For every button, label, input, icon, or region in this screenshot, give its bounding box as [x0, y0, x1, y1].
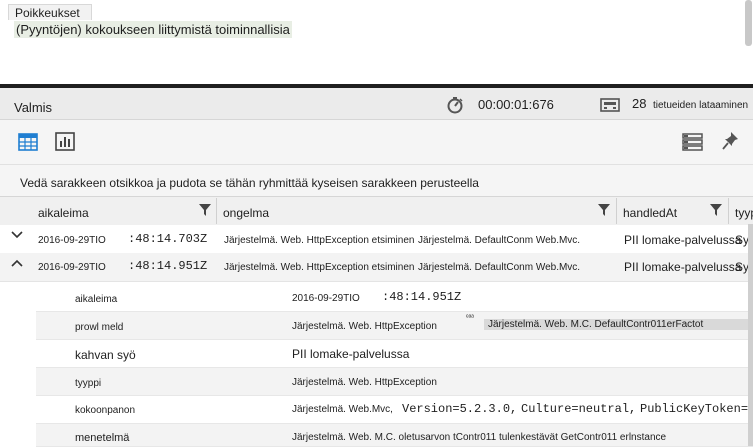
records-label: tietueiden lataaminen [653, 100, 749, 111]
records-icon [600, 98, 620, 112]
detail-value-extra: Järjestelmä. Web. M.C. DefaultContr011er… [484, 319, 748, 330]
row-problem: Järjestelmä. Web. HttpException etsimine… [224, 235, 415, 246]
query-editor[interactable] [0, 0, 753, 85]
chevron-up-icon[interactable] [11, 259, 23, 267]
column-divider[interactable] [728, 198, 729, 224]
column-header-type[interactable]: tyyp [735, 206, 753, 220]
detail-value-culture: Culture=neutral, [521, 402, 637, 416]
detail-value-problem: Järjestelmä. Web. HttpException [292, 321, 437, 332]
chart-view-icon[interactable] [55, 132, 75, 151]
detail-value-handle: PII lomake-palvelussa [292, 347, 410, 361]
row-time: :48:14.951Z [128, 259, 208, 273]
elapsed-time: 00:00:01:676 [478, 97, 554, 112]
group-by-hint: Vedä sarakkeen otsikkoa ja pudota se täh… [20, 176, 479, 190]
column-header-timestamp[interactable]: aikaleima [38, 206, 89, 220]
row-date: 2016-09-29TIO [38, 262, 106, 273]
row-date: 2016-09-29TIO [38, 235, 106, 246]
stopwatch-icon [447, 97, 463, 114]
detail-value-token: PublicKeyToken=3 [640, 402, 753, 416]
detail-label-handle: kahvan syö [75, 348, 136, 362]
pin-icon[interactable] [722, 131, 740, 151]
results-toolbar [0, 120, 753, 164]
detail-value-method: Järjestelmä. Web. M.C. oletusarvon tCont… [292, 432, 667, 443]
detail-value-mark: ᵉᵃᵃ [466, 314, 474, 321]
row-handled-at: PII lomake-palvelussa [624, 260, 742, 274]
row-handled-at: PII lomake-palvelussa [624, 233, 742, 247]
detail-value-time: :48:14.951Z [382, 290, 462, 304]
row-problem: Järjestelmä. Web. HttpException etsimine… [224, 262, 415, 273]
row-problem-detail: Järjestelmä. DefaultConm Web.Mvc. [418, 235, 581, 246]
query-scrollbar[interactable] [745, 0, 752, 46]
detail-value-type: Järjestelmä. Web. HttpException [292, 377, 437, 388]
filter-icon[interactable] [598, 204, 610, 216]
grid-scrollbar[interactable] [748, 224, 753, 446]
column-header-handled-at[interactable]: handledAt [623, 206, 677, 220]
filter-icon[interactable] [710, 204, 722, 216]
table-view-icon[interactable] [18, 133, 38, 151]
status-label: Valmis [14, 100, 53, 115]
detail-label-timestamp: aikaleima [75, 294, 118, 305]
detail-value-version: Version=5.2.3.0, [402, 402, 518, 416]
chevron-down-icon[interactable] [11, 231, 23, 239]
detail-label-problem: prowl meld [75, 322, 124, 333]
column-divider[interactable] [216, 198, 217, 224]
detail-value-assembly: Järjestelmä. Web.Mvc, [292, 404, 393, 415]
column-header-problem[interactable]: ongelma [223, 206, 269, 220]
filter-icon[interactable] [199, 204, 211, 216]
query-text[interactable]: (Pyyntöjen) kokoukseen liittymistä toimi… [14, 21, 292, 38]
column-divider[interactable] [616, 198, 617, 224]
detail-value-date: 2016-09-29TIO [292, 293, 360, 304]
detail-label-method: menetelmä [75, 432, 130, 444]
columns-icon[interactable] [682, 133, 703, 151]
row-problem-detail: Järjestelmä. DefaultConm Web.Mvc. [418, 262, 581, 273]
detail-label-type: tyyppi [75, 378, 102, 389]
row-time: :48:14.703Z [128, 232, 208, 246]
records-count: 28 [632, 96, 647, 111]
query-tab[interactable]: Poikkeukset [8, 4, 92, 20]
detail-label-assembly: kokoonpanon [75, 405, 136, 416]
